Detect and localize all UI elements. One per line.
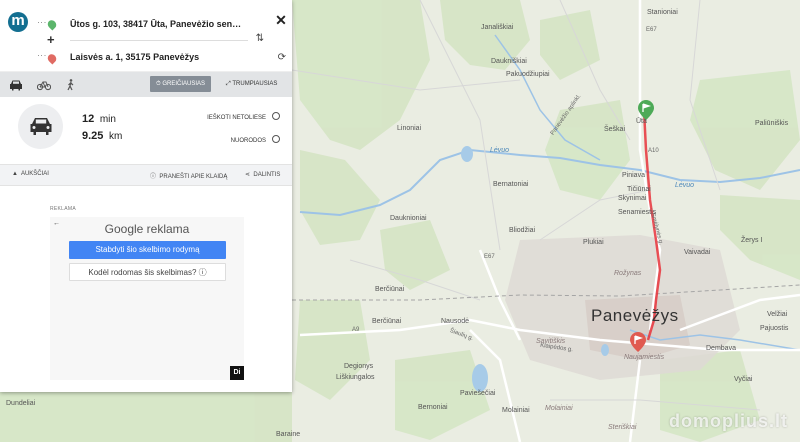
fastest-route-button[interactable]: ⏱ GREIČIAUSIAS [150, 76, 212, 92]
road-label: E67 [484, 254, 495, 260]
from-address-field[interactable]: Ūtos g. 103, 38417 Ūta, Panevėžio sen… [70, 19, 241, 29]
app-logo[interactable]: m [8, 12, 28, 32]
elevation-button[interactable]: ▲ AUKŠČIAI [12, 171, 49, 177]
map-label: Steriškiai [608, 424, 637, 431]
ad-di-badge[interactable]: Di [230, 366, 244, 380]
map-label: Pajuostis [760, 325, 789, 332]
watermark-logo: domoplius.lt [669, 411, 788, 431]
walking-icon[interactable] [64, 78, 78, 91]
map-label: Velžiai [767, 311, 788, 318]
map-label: Piniava [622, 172, 645, 179]
route-inputs: m ⋮ Ūtos g. 103, 38417 Ūta, Panevėžio se… [0, 0, 292, 72]
search-nearby-icon [272, 112, 280, 120]
map-label: Degionys [344, 363, 374, 370]
map-label: Nausodė [441, 318, 470, 325]
map-label: Linoniai [397, 125, 422, 132]
shortest-route-button[interactable]: ⤢ TRUMPIAUSIAS [226, 76, 277, 92]
map-label: Lėvuo [675, 182, 695, 189]
map-label: Bliodžiai [509, 227, 536, 234]
map-label: Janališkiai [481, 24, 514, 31]
map-label: Paviešečiai [460, 390, 496, 397]
share-icon: ⋖ [245, 172, 251, 178]
map-label: Molainiai [545, 405, 573, 412]
destination-pin-icon[interactable] [630, 332, 646, 352]
map-label: Stanioniai [647, 9, 678, 16]
map-label: Dauknioniai [390, 215, 427, 222]
map-label: Berčiūnai [372, 318, 402, 325]
stop-ad-button[interactable]: Stabdyti šio skelbimo rodymą [69, 241, 226, 259]
transport-mode-bar: ⏱ GREIČIAUSIAS ⤢ TRUMPIAUSIAS [0, 72, 292, 97]
directions-icon [272, 135, 280, 143]
info-icon: ⓘ [150, 174, 157, 180]
map-label: Naujamiestis [624, 354, 665, 361]
to-address-field[interactable]: Laisvės a. 1, 35175 Panevėžys [70, 52, 199, 62]
map-label: Lėvuo [490, 147, 510, 154]
route-actions-bar: ▲ AUKŠČIAI ⓘ PRANEŠTI APIE KLAIDĄ ⋖ DALI… [0, 164, 292, 186]
share-button[interactable]: ⋖ DALINTIS [245, 171, 280, 178]
add-waypoint-button[interactable]: + [47, 32, 55, 47]
destination-point-icon [45, 52, 59, 65]
route-panel: m ⋮ Ūtos g. 103, 38417 Ūta, Panevėžio se… [0, 0, 292, 392]
map-label: Daukniškiai [491, 58, 527, 65]
city-label: Panevėžys [591, 306, 679, 325]
route-distance: 9.25 km [82, 130, 123, 142]
map-label: Dembava [706, 345, 736, 352]
swap-icon[interactable]: ⇅ [256, 33, 264, 44]
map-label: Ūta [636, 118, 647, 125]
google-ads-title: Google reklama [104, 222, 190, 236]
map-label: Skynimai [618, 195, 647, 202]
road-label: A9 [352, 327, 360, 333]
start-pin-icon[interactable] [638, 100, 654, 120]
map-label: Vaivadai [684, 249, 711, 256]
map-label: Molainiai [502, 407, 530, 414]
car-icon [18, 104, 63, 149]
why-ad-button[interactable]: Kodėl rodomas šis skelbimas? ⓘ [69, 263, 226, 281]
map-label: Paliūniškis [755, 120, 789, 127]
report-error-button[interactable]: ⓘ PRANEŠTI APIE KLAIDĄ [150, 171, 227, 180]
divider [70, 40, 248, 41]
map-label: Dundeliai [6, 400, 36, 407]
bicycle-icon[interactable] [36, 78, 52, 91]
drag-handle-icon[interactable]: ⋮ [37, 18, 47, 26]
search-nearby-button[interactable]: IEŠKOTI NETOLIESE [207, 112, 280, 121]
map-label: Tičiūnai [627, 186, 651, 193]
map-label: Žerys I [741, 237, 763, 244]
map-label: Bernatoniai [493, 181, 529, 188]
road-label: A10 [648, 148, 659, 154]
map-label: Šeškai [604, 126, 626, 133]
car-icon[interactable] [9, 78, 23, 91]
reroute-icon[interactable]: ⟳ [278, 52, 286, 63]
map-label: Vyčiai [734, 376, 753, 383]
ad-container: ← Google reklama Stabdyti šio skelbimo r… [50, 217, 244, 380]
mountain-icon: ▲ [12, 171, 18, 177]
map-label: Plukiai [583, 239, 604, 246]
route-duration: 12 min [82, 113, 116, 125]
directions-button[interactable]: NUORODOS [231, 135, 280, 144]
map-label: Liškiungalos [336, 374, 375, 381]
start-point-icon [45, 18, 59, 31]
map-label: Bernoniai [418, 404, 448, 411]
map-label: Baraine [276, 431, 301, 438]
ad-label: REKLAMA [50, 206, 76, 212]
route-summary: 12 min 9.25 km IEŠKOTI NETOLIESE NUORODO… [0, 97, 292, 163]
road-label: E67 [646, 27, 657, 33]
map-label: Rožynas [614, 270, 642, 277]
close-icon[interactable]: ✕ [274, 12, 288, 29]
drag-handle-icon[interactable]: ⋮ [37, 51, 47, 59]
map-label: Berčiūnai [375, 286, 405, 293]
map-label: Pakuodžiupiai [506, 71, 550, 78]
